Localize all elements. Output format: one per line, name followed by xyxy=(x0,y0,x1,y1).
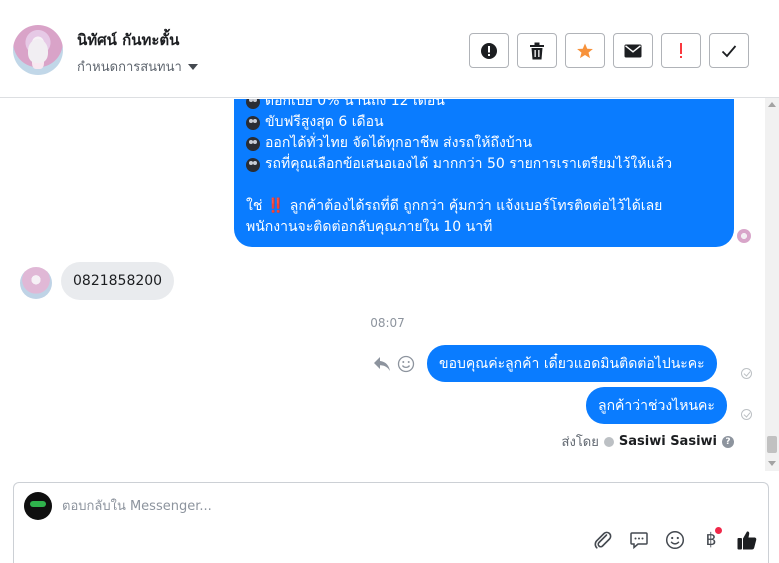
robot-emoji-icon xyxy=(246,99,260,109)
alert-circle-icon xyxy=(481,42,497,59)
outgoing-promo-message[interactable]: ดอกเบี้ย 0% นานถึง 12 เดือน ขับฟรีสูงสุด… xyxy=(234,99,734,247)
envelope-icon xyxy=(624,44,642,57)
robot-emoji-icon xyxy=(246,115,260,130)
sent-by-name: Sasiwi Sasiwi xyxy=(618,434,717,449)
saved-replies-button[interactable] xyxy=(628,529,650,551)
outgoing-message[interactable]: ขอบคุณค่ะลูกค้า เดี๋ยวแอดมินติดต่อไปนะคะ xyxy=(427,345,717,382)
contact-avatar[interactable] xyxy=(13,25,63,75)
payment-button[interactable]: ฿ xyxy=(700,527,722,551)
promo-last-line: พนักงานจะติดต่อกลับคุณภายใน 10 นาที xyxy=(246,219,493,235)
promo-line: รถที่คุณเลือกข้อเสนอเองได้ มากกว่า 50 รา… xyxy=(246,154,720,175)
like-button[interactable] xyxy=(736,529,758,551)
incoming-message[interactable]: 0821858200 xyxy=(61,262,175,300)
sent-check-icon xyxy=(741,368,752,379)
check-icon xyxy=(721,44,737,57)
saved-reply-icon xyxy=(630,532,648,550)
star-icon xyxy=(577,43,593,58)
assign-conversation-label: กำหนดการสนทนา xyxy=(77,60,182,75)
emoji-icon xyxy=(665,530,685,550)
seen-avatar xyxy=(737,229,751,243)
promo-cta-line: ใช่ ‼️ ลูกค้าต้องได้รถที่ดี ถูกกว่า คุ้มกว… xyxy=(246,196,720,217)
assign-conversation-dropdown[interactable]: กำหนดการสนทนา xyxy=(77,56,198,77)
robot-emoji-icon xyxy=(246,157,260,172)
reply-icon[interactable] xyxy=(373,356,391,372)
star-button[interactable] xyxy=(565,33,605,68)
promo-line: ออกได้ทั่วไทย จัดได้ทุกอาชีพ ส่งรถให้ถึง… xyxy=(246,133,720,154)
react-emoji-icon[interactable] xyxy=(397,355,415,373)
message-actions xyxy=(373,355,415,373)
emoji-button[interactable] xyxy=(664,529,686,551)
sent-check-icon xyxy=(741,409,752,420)
customer-avatar[interactable] xyxy=(20,267,52,299)
sent-by-label: ส่งโดย xyxy=(561,435,599,450)
sent-by-info: ส่งโดย Sasiwi Sasiwi ? xyxy=(562,431,734,452)
trash-icon xyxy=(530,42,544,59)
attach-button[interactable] xyxy=(592,529,614,551)
mark-spam-button[interactable] xyxy=(469,33,509,68)
conversation-header: นิทัศน์ กันทะตั้น กำหนดการสนทนา xyxy=(0,0,779,98)
robot-emoji-icon xyxy=(246,136,260,151)
reply-input[interactable] xyxy=(62,495,662,517)
paperclip-icon xyxy=(594,531,612,549)
delete-button[interactable] xyxy=(517,33,557,68)
composer-tools: ฿ xyxy=(592,527,758,551)
conversation-actions xyxy=(469,33,749,68)
thread-scrollbar[interactable] xyxy=(765,98,779,471)
verified-check-icon xyxy=(603,436,614,447)
outgoing-message[interactable]: ลูกค้าว่าช่วงไหนคะ xyxy=(586,387,727,424)
mark-done-button[interactable] xyxy=(709,33,749,68)
follow-up-button[interactable] xyxy=(661,33,701,68)
caret-down-icon xyxy=(187,63,198,70)
message-thread[interactable]: ดอกเบี้ย 0% นานถึง 12 เดือน ขับฟรีสูงสุด… xyxy=(0,99,765,471)
baht-payment-icon: ฿ xyxy=(705,530,717,550)
message-timestamp: 08:07 xyxy=(370,316,405,330)
page-avatar xyxy=(24,492,52,520)
help-icon[interactable]: ? xyxy=(722,435,734,448)
double-exclamation-icon: ‼️ xyxy=(267,198,285,214)
mark-unread-button[interactable] xyxy=(613,33,653,68)
scroll-up-arrow-icon[interactable] xyxy=(768,102,776,107)
promo-line: ดอกเบี้ย 0% นานถึง 12 เดือน xyxy=(246,99,720,112)
reply-composer: ฿ xyxy=(13,482,769,563)
contact-name[interactable]: นิทัศน์ กันทะตั้น xyxy=(77,28,179,52)
exclamation-icon xyxy=(680,42,682,58)
thumbs-up-icon xyxy=(737,531,757,550)
scrollbar-thumb[interactable] xyxy=(767,436,777,453)
scroll-down-arrow-icon[interactable] xyxy=(768,461,776,466)
promo-line: ขับฟรีสูงสุด 6 เดือน xyxy=(246,112,720,133)
notification-dot xyxy=(715,527,722,534)
